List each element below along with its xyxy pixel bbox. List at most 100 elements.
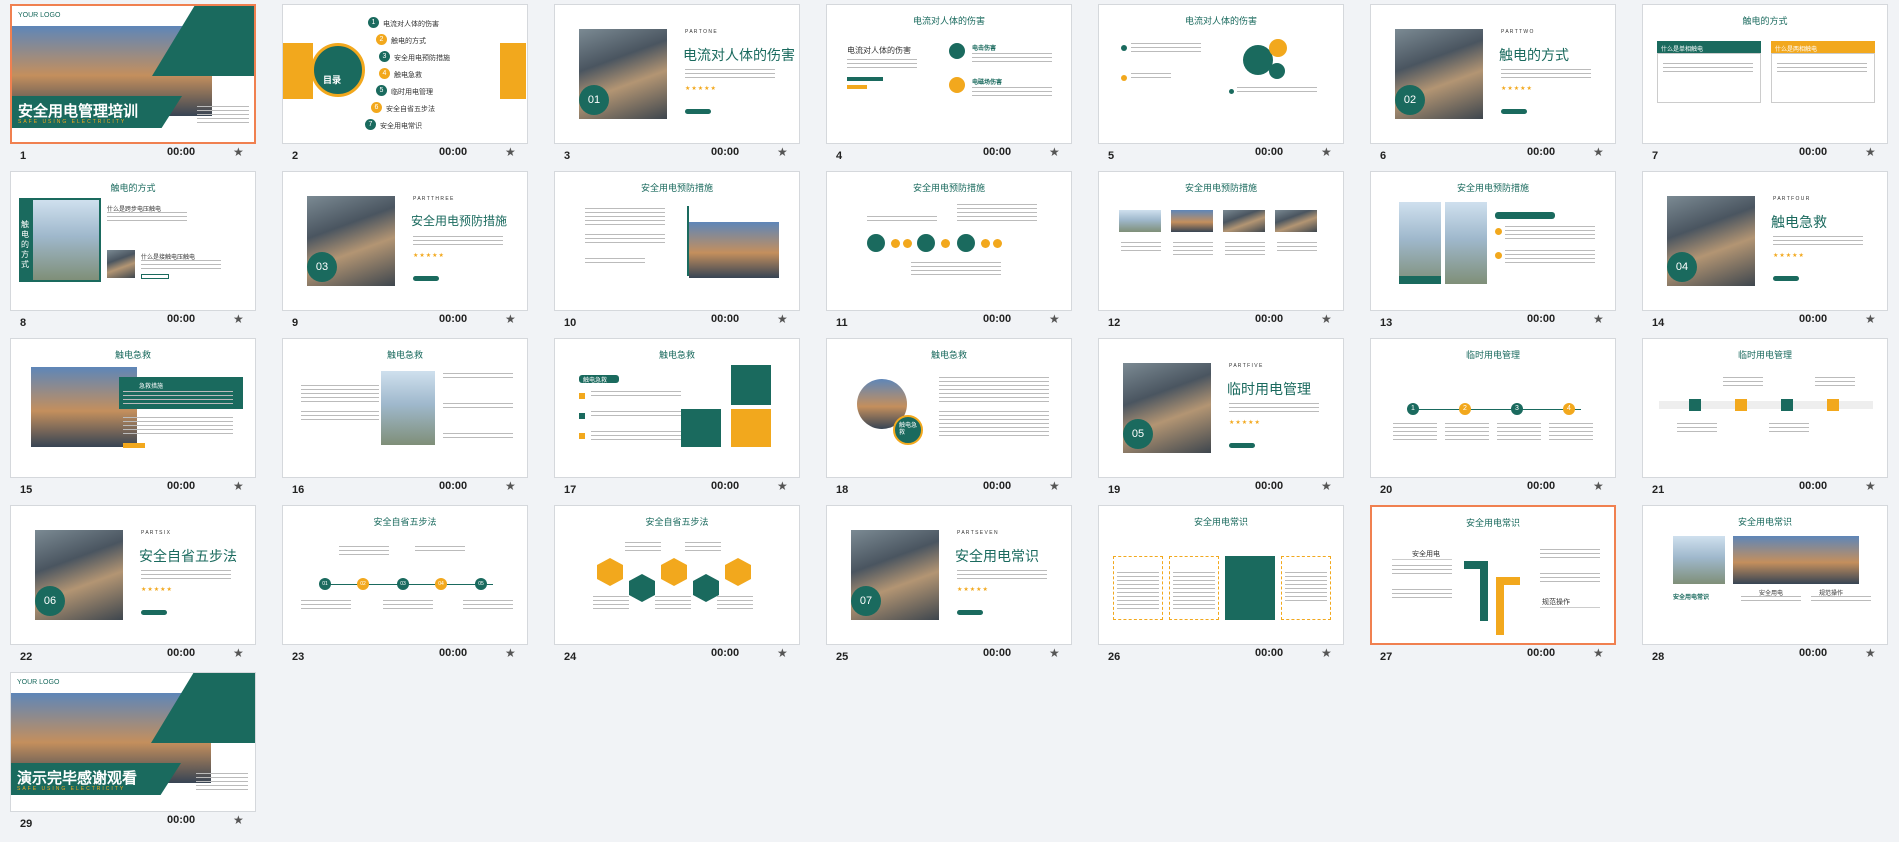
animation-star-icon[interactable]: ★: [233, 646, 244, 660]
animation-star-icon[interactable]: ★: [1049, 145, 1060, 159]
animation-star-icon[interactable]: ★: [777, 145, 788, 159]
toc-item: 触电急救: [394, 72, 422, 79]
slide-thumbnail-7[interactable]: 触电的方式 什么是单相触电 什么是两相触电 7 00:00 ★: [1642, 4, 1888, 164]
part-label: P A R T O N E: [685, 29, 717, 35]
slide-thumbnail-23[interactable]: 安全自省五步法 01 02 03 04 05 23 00:00 ★: [282, 505, 528, 665]
slide-timing: 00:00: [1255, 480, 1284, 492]
step-marker: 4: [1563, 403, 1575, 415]
animation-star-icon[interactable]: ★: [1865, 312, 1876, 326]
animation-star-icon[interactable]: ★: [233, 145, 244, 159]
slide-number: 4: [836, 150, 843, 162]
slide-thumbnail-18[interactable]: 触电急救 触电急救 18 00:00 ★: [826, 338, 1072, 498]
part-title: 触电急救: [1771, 214, 1827, 230]
slide-thumbnail-9[interactable]: 03 P A R T T H R E E 安全用电预防措施 ★★★★★ 9 00…: [282, 171, 528, 331]
slide-thumbnail-20[interactable]: 临时用电管理 1 2 3 4 20 00:00 ★: [1370, 338, 1616, 498]
slide-24-preview: 安全自省五步法: [554, 505, 800, 645]
slide-thumbnail-11[interactable]: 安全用电预防措施 11 00:00 ★: [826, 171, 1072, 331]
animation-star-icon[interactable]: ★: [1865, 479, 1876, 493]
slide-thumbnail-4[interactable]: 电流对人体的伤害 电流对人体的伤害 电击伤害 电磁场伤害 4 00:00 ★: [826, 4, 1072, 164]
animation-star-icon[interactable]: ★: [505, 479, 516, 493]
slide-thumbnail-19[interactable]: 05 P A R T F I V E 临时用电管理 ★★★★★ 19 00:00…: [1098, 338, 1344, 498]
animation-star-icon[interactable]: ★: [1593, 479, 1604, 493]
animation-star-icon[interactable]: ★: [1049, 479, 1060, 493]
animation-star-icon[interactable]: ★: [505, 145, 516, 159]
animation-star-icon[interactable]: ★: [777, 312, 788, 326]
slide-thumbnail-12[interactable]: 安全用电预防措施 12 00:00 ★: [1098, 171, 1344, 331]
slide-number: 29: [20, 818, 33, 830]
part-label: P A R T S E V E N: [957, 530, 998, 536]
step-marker: 05: [475, 578, 487, 590]
animation-star-icon[interactable]: ★: [1593, 312, 1604, 326]
slide-thumbnail-5[interactable]: 电流对人体的伤害 5 00:00 ★: [1098, 4, 1344, 164]
slide-title: 安全用电预防措施: [912, 183, 985, 193]
step-marker: 1: [1407, 403, 1419, 415]
slide-thumbnail-15[interactable]: 触电急救 急救措施 15 00:00 ★: [10, 338, 256, 498]
slide-timing: 00:00: [1799, 146, 1828, 158]
animation-star-icon[interactable]: ★: [233, 479, 244, 493]
animation-star-icon[interactable]: ★: [1321, 312, 1332, 326]
slide-number: 18: [836, 484, 849, 496]
slide-timing: 00:00: [1255, 647, 1284, 659]
step-marker: 03: [397, 578, 409, 590]
slide-sorter-grid: YOUR LOGO 安全用电管理培训 SAFE USING ELECTRICIT…: [0, 0, 1899, 842]
slide-thumbnail-8[interactable]: 触电的方式 触电的方式 什么是跨步电压触电 什么是接触电压触电 8 00:00 …: [10, 171, 256, 331]
part-number: 01: [579, 85, 609, 115]
animation-star-icon[interactable]: ★: [1321, 479, 1332, 493]
animation-star-icon[interactable]: ★: [1593, 145, 1604, 159]
slide-number: 9: [292, 317, 299, 329]
slide-thumbnail-13[interactable]: 安全用电预防措施 13 00:00 ★: [1370, 171, 1616, 331]
slide-thumbnail-14[interactable]: 04 P A R T F O U R 触电急救 ★★★★★ 14 00:00 ★: [1642, 171, 1888, 331]
slide-thumbnail-2[interactable]: 目录 1 2 3 4 5 6 7 电流对人体的伤害 触电的方式 安全用电预防措施…: [282, 4, 528, 164]
slide-thumbnail-17[interactable]: 触电急救 触电急救 17 00:00 ★: [554, 338, 800, 498]
slide-title: 安全用电预防措施: [1184, 183, 1257, 193]
slide-number: 20: [1380, 484, 1393, 496]
slide-thumbnail-1[interactable]: YOUR LOGO 安全用电管理培训 SAFE USING ELECTRICIT…: [10, 4, 256, 164]
slide-number: 28: [1652, 651, 1665, 663]
animation-star-icon[interactable]: ★: [777, 646, 788, 660]
box-heading: 什么是单相触电: [1661, 47, 1704, 53]
slide-number: 10: [564, 317, 577, 329]
animation-star-icon[interactable]: ★: [1865, 145, 1876, 159]
animation-star-icon[interactable]: ★: [505, 646, 516, 660]
animation-star-icon[interactable]: ★: [233, 813, 244, 827]
slide-thumbnail-21[interactable]: 临时用电管理 21 00:00 ★: [1642, 338, 1888, 498]
slide-22-preview: 06 P A R T S I X 安全自省五步法 ★★★★★: [10, 505, 256, 645]
slide-title: 触电急救: [114, 350, 151, 360]
slide-number: 3: [564, 150, 571, 162]
slide-thumbnail-28[interactable]: 安全用电常识 安全用电常识 安全用电 规范操作 28 00:00 ★: [1642, 505, 1888, 665]
slide-title: 电流对人体的伤害: [1184, 16, 1257, 26]
animation-star-icon[interactable]: ★: [777, 479, 788, 493]
slide-timing: 00:00: [711, 480, 740, 492]
animation-star-icon[interactable]: ★: [1321, 646, 1332, 660]
slide-thumbnail-22[interactable]: 06 P A R T S I X 安全自省五步法 ★★★★★ 22 00:00 …: [10, 505, 256, 665]
slide-timing: 00:00: [1527, 647, 1556, 659]
slide-25-preview: 07 P A R T S E V E N 安全用电常识 ★★★★★: [826, 505, 1072, 645]
slide-thumbnail-16[interactable]: 触电急救 16 00:00 ★: [282, 338, 528, 498]
toc-item: 安全用电预防措施: [394, 55, 450, 62]
slide-thumbnail-6[interactable]: 02 P A R T T W O 触电的方式 ★★★★★ 6 00:00 ★: [1370, 4, 1616, 164]
slide-title: 安全自省五步法: [645, 517, 709, 527]
slide-timing: 00:00: [1799, 647, 1828, 659]
slide-29-preview: YOUR LOGO 演示完毕感谢观看 SAFE USING ELECTRICIT…: [10, 672, 256, 812]
animation-star-icon[interactable]: ★: [233, 312, 244, 326]
slide-13-preview: 安全用电预防措施: [1370, 171, 1616, 311]
slide-thumbnail-10[interactable]: 安全用电预防措施 10 00:00 ★: [554, 171, 800, 331]
slide-thumbnail-27[interactable]: 安全用电常识 安全用电 规范操作 27 00:00 ★: [1370, 505, 1616, 665]
animation-star-icon[interactable]: ★: [1049, 312, 1060, 326]
slide-thumbnail-24[interactable]: 安全自省五步法 24 00:00 ★: [554, 505, 800, 665]
step-marker: 01: [319, 578, 331, 590]
slide-thumbnail-3[interactable]: 01 P A R T O N E 电流对人体的伤害 ★★★★★ 3 00:00 …: [554, 4, 800, 164]
animation-star-icon[interactable]: ★: [1049, 646, 1060, 660]
animation-star-icon[interactable]: ★: [1593, 646, 1604, 660]
animation-star-icon[interactable]: ★: [1321, 145, 1332, 159]
slide-thumbnail-25[interactable]: 07 P A R T S E V E N 安全用电常识 ★★★★★ 25 00:…: [826, 505, 1072, 665]
toc-item: 触电的方式: [391, 38, 426, 45]
slide-title: 触电急救: [386, 350, 423, 360]
slide-number: 19: [1108, 484, 1121, 496]
animation-star-icon[interactable]: ★: [1865, 646, 1876, 660]
part-number: 07: [851, 586, 881, 616]
slide-thumbnail-26[interactable]: 安全用电常识 26 00:00 ★: [1098, 505, 1344, 665]
animation-star-icon[interactable]: ★: [505, 312, 516, 326]
slide-thumbnail-29[interactable]: YOUR LOGO 演示完毕感谢观看 SAFE USING ELECTRICIT…: [10, 672, 256, 832]
slide-timing: 00:00: [983, 146, 1012, 158]
